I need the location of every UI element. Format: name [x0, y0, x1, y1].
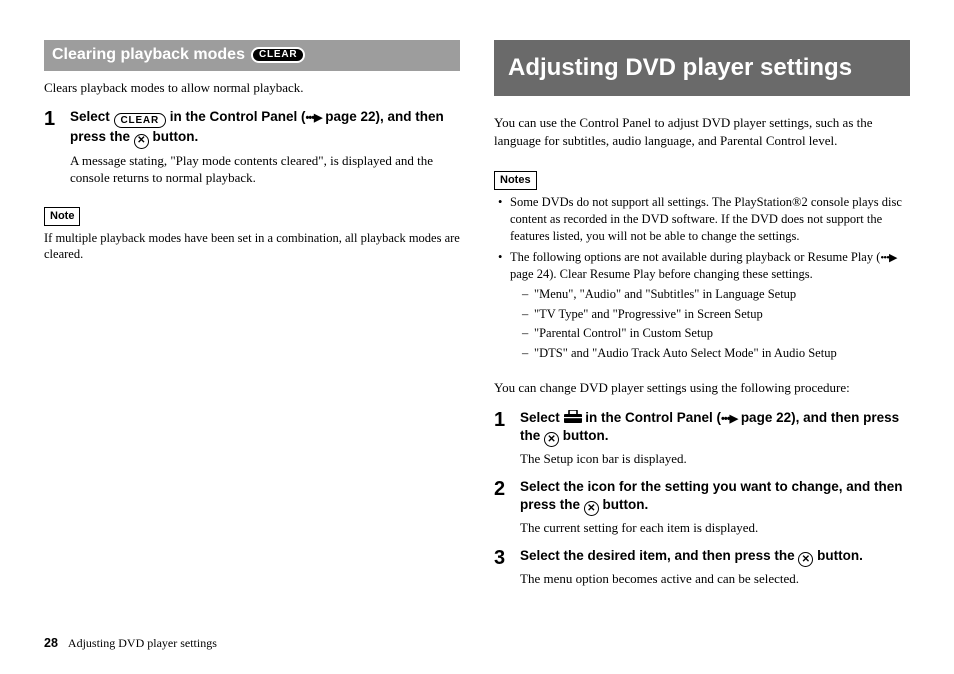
notes-list: Some DVDs do not support all settings. T…: [494, 194, 910, 365]
xref-icon: •••▶: [306, 111, 322, 126]
step-title: Select the desired item, and then press …: [520, 547, 910, 567]
right-step-2: 2 Select the icon for the setting you wa…: [494, 478, 910, 537]
list-item: "TV Type" and "Progressive" in Screen Se…: [522, 306, 910, 323]
xref-icon: •••▶: [880, 251, 896, 266]
adjusting-settings-heading: Adjusting DVD player settings: [494, 40, 910, 96]
step-desc: The menu option becomes active and can b…: [520, 570, 910, 588]
x-button-icon: ✕: [798, 552, 813, 567]
notes-label: Notes: [494, 171, 537, 190]
x-button-icon: ✕: [544, 432, 559, 447]
note-text: If multiple playback modes have been set…: [44, 230, 460, 264]
clear-badge-icon: CLEAR: [114, 113, 166, 128]
step-title: Select CLEAR in the Control Panel (•••▶ …: [70, 108, 460, 149]
page-footer: 28 Adjusting DVD player settings: [44, 635, 217, 652]
clearing-modes-heading: Clearing playback modes CLEAR: [44, 40, 460, 71]
list-item: Some DVDs do not support all settings. T…: [498, 194, 910, 245]
intro-text: You can use the Control Panel to adjust …: [494, 114, 910, 149]
right-step-3: 3 Select the desired item, and then pres…: [494, 547, 910, 588]
intro-text: Clears playback modes to allow normal pl…: [44, 79, 460, 97]
list-item: The following options are not available …: [498, 249, 910, 365]
step-title: Select in the Control Panel (•••▶ page 2…: [520, 409, 910, 447]
step-number: 1: [44, 108, 70, 187]
procedure-intro: You can change DVD player settings using…: [494, 379, 910, 397]
step-title: Select the icon for the setting you want…: [520, 478, 910, 516]
page-number: 28: [44, 636, 58, 650]
footer-title: Adjusting DVD player settings: [68, 636, 217, 650]
list-item: "DTS" and "Audio Track Auto Select Mode"…: [522, 345, 910, 362]
list-item: "Parental Control" in Custom Setup: [522, 325, 910, 342]
heading-text: Clearing playback modes: [52, 44, 245, 66]
x-button-icon: ✕: [584, 501, 599, 516]
left-step-1: 1 Select CLEAR in the Control Panel (•••…: [44, 108, 460, 187]
step-desc: The Setup icon bar is displayed.: [520, 450, 910, 468]
clear-badge-icon: CLEAR: [251, 47, 305, 63]
xref-icon: •••▶: [721, 412, 737, 427]
step-desc: The current setting for each item is dis…: [520, 519, 910, 537]
right-step-1: 1 Select in the Control Panel (•••▶ page…: [494, 409, 910, 468]
toolbox-icon: [564, 410, 582, 423]
step-number: 2: [494, 478, 520, 537]
right-column: Adjusting DVD player settings You can us…: [494, 40, 910, 598]
sub-list: "Menu", "Audio" and "Subtitles" in Langu…: [510, 286, 910, 363]
step-desc: A message stating, "Play mode contents c…: [70, 152, 460, 187]
x-button-icon: ✕: [134, 134, 149, 149]
step-number: 3: [494, 547, 520, 588]
list-item: "Menu", "Audio" and "Subtitles" in Langu…: [522, 286, 910, 303]
note-label: Note: [44, 207, 80, 226]
step-number: 1: [494, 409, 520, 468]
left-column: Clearing playback modes CLEAR Clears pla…: [44, 40, 460, 598]
